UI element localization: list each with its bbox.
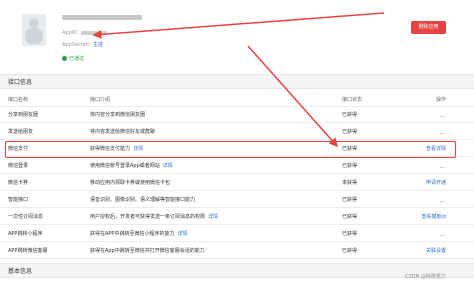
section-interface-info: 接口信息	[0, 74, 474, 89]
more-actions-icon[interactable]: ...	[439, 128, 446, 136]
row-operation: ...	[400, 192, 446, 207]
row-name: 微信登录	[8, 163, 29, 169]
more-actions-icon[interactable]: ...	[439, 111, 446, 119]
app-header: AppID: AppSecret: 生成 已通过 删除应用	[0, 0, 474, 72]
row-name: 智能接口	[8, 197, 29, 203]
row-operation: 申请开通	[400, 175, 446, 190]
row-operation: 关联设置	[400, 243, 446, 258]
appid-line: AppID:	[62, 30, 107, 36]
row-name: 发送给朋友	[8, 129, 34, 135]
delete-app-button[interactable]: 删除应用	[411, 21, 446, 34]
row-action-link[interactable]: 申请开通	[426, 179, 446, 186]
row-status: 已获得	[342, 129, 358, 135]
row-status: 已获得	[342, 163, 358, 169]
row-status: 已获得	[342, 214, 358, 220]
status-check-icon	[62, 56, 67, 61]
row-desc-text: 将内容分享到微信朋友圈	[90, 112, 146, 118]
row-desc-detail-link[interactable]: 详情	[163, 162, 173, 169]
row-status: 已获得	[342, 112, 358, 118]
table-row: 微信登录 使用微信帐号登录App或者网站 详情 已获得...	[0, 158, 474, 174]
row-desc: 用户授权后，开发者可获得发送一条订阅消息的权限 详情	[90, 209, 330, 224]
appsecret-label: AppSecret:	[62, 42, 90, 48]
more-actions-icon[interactable]: ...	[439, 196, 446, 204]
row-status: 已获得	[342, 231, 358, 237]
watermark: CSDN @阿政努力	[405, 274, 446, 280]
row-desc-text: 用户授权后，开发者可获得发送一条订阅消息的权限	[90, 214, 206, 220]
row-desc-text: 语音识别、图像识别、语义理解等智能接口能力	[90, 197, 196, 203]
app-detail-page: AppID: AppSecret: 生成 已通过 删除应用 接口信息 接口名称 …	[0, 0, 474, 284]
header-operation: 操作	[435, 96, 446, 103]
row-desc: 获得在App中跳转至微信并打开微信客服会话的能力	[90, 243, 330, 258]
row-desc-detail-link[interactable]: 详情	[208, 213, 218, 220]
row-desc: 获得在APP中跳转至微信小程序的能力 详情	[90, 226, 330, 241]
row-desc: 将内容分享到微信朋友圈	[90, 107, 330, 122]
table-header: 接口名称 接口介绍 接口状态 操作	[0, 92, 474, 107]
row-status: 已获得	[342, 248, 358, 254]
header-desc: 接口介绍	[90, 96, 111, 103]
row-operation: ...	[400, 124, 446, 139]
row-name: 分享到朋友圈	[8, 112, 39, 118]
row-action-link[interactable]: 查看模板id	[421, 213, 446, 220]
row-desc-text: 获得在App中跳转至微信并打开微信客服会话的能力	[90, 248, 205, 254]
table-row: APP跳转小程序 获得在APP中跳转至微信小程序的能力 详情 已获得...	[0, 226, 474, 242]
table-row: APP跳转微信客服 获得在App中跳转至微信并打开微信客服会话的能力 已获得 关联设置	[0, 243, 474, 259]
appsecret-generate-link[interactable]: 生成	[93, 42, 103, 48]
table-row: 发送给朋友 将内容发送给微信好友或群聊 已获得...	[0, 124, 474, 140]
row-desc-detail-link[interactable]: 详情	[177, 230, 187, 237]
table-row: 分享到朋友圈 将内容分享到微信朋友圈 已获得...	[0, 107, 474, 123]
row-name: APP跳转小程序	[8, 231, 43, 237]
row-desc-text: 将内容发送给微信好友或群聊	[90, 129, 156, 135]
row-desc: 移动应用内领取卡券或使用微信卡包	[90, 175, 330, 190]
app-icon	[22, 14, 46, 46]
row-desc-text: 使用微信帐号登录App或者网站	[90, 163, 160, 169]
row-operation: ...	[400, 107, 446, 122]
app-status: 已通过	[62, 55, 84, 62]
row-operation: 查看模板id	[400, 209, 446, 224]
row-desc: 语音识别、图像识别、语义理解等智能接口能力	[90, 192, 330, 207]
header-status: 接口状态	[342, 96, 363, 103]
section-basic-info: 基本信息	[0, 263, 474, 278]
table-row: 微信卡券 移动应用内领取卡券或使用微信卡包 未获得 申请开通	[0, 175, 474, 191]
row-operation: ...	[400, 158, 446, 173]
row-action-link[interactable]: 关联设置	[426, 247, 446, 254]
row-desc-text: 获得在APP中跳转至微信小程序的能力	[90, 231, 175, 237]
row-name: APP跳转微信客服	[8, 248, 48, 254]
app-status-label: 已通过	[69, 56, 85, 62]
app-name-redacted	[62, 15, 142, 20]
appid-label: AppID:	[62, 30, 79, 36]
row-desc: 使用微信帐号登录App或者网站 详情	[90, 158, 330, 173]
row-operation: ...	[400, 226, 446, 241]
row-name: 微信卡券	[8, 180, 29, 186]
row-status: 已获得	[342, 197, 358, 203]
header-name: 接口名称	[8, 96, 29, 103]
row-desc-text: 移动应用内领取卡券或使用微信卡包	[90, 180, 171, 186]
appsecret-line: AppSecret: 生成	[62, 41, 103, 48]
highlight-box-wechat-pay	[5, 141, 456, 158]
more-actions-icon[interactable]: ...	[439, 162, 446, 170]
table-row: 一次性订阅消息 用户授权后，开发者可获得发送一条订阅消息的权限 详情 已获得 查看模板i…	[0, 209, 474, 225]
row-name: 一次性订阅消息	[8, 214, 44, 220]
row-status: 未获得	[342, 180, 358, 186]
table-row: 智能接口 语音识别、图像识别、语义理解等智能接口能力 已获得...	[0, 192, 474, 208]
more-actions-icon[interactable]: ...	[439, 230, 446, 238]
row-desc: 将内容发送给微信好友或群聊	[90, 124, 330, 139]
appid-value-redacted	[80, 30, 107, 35]
